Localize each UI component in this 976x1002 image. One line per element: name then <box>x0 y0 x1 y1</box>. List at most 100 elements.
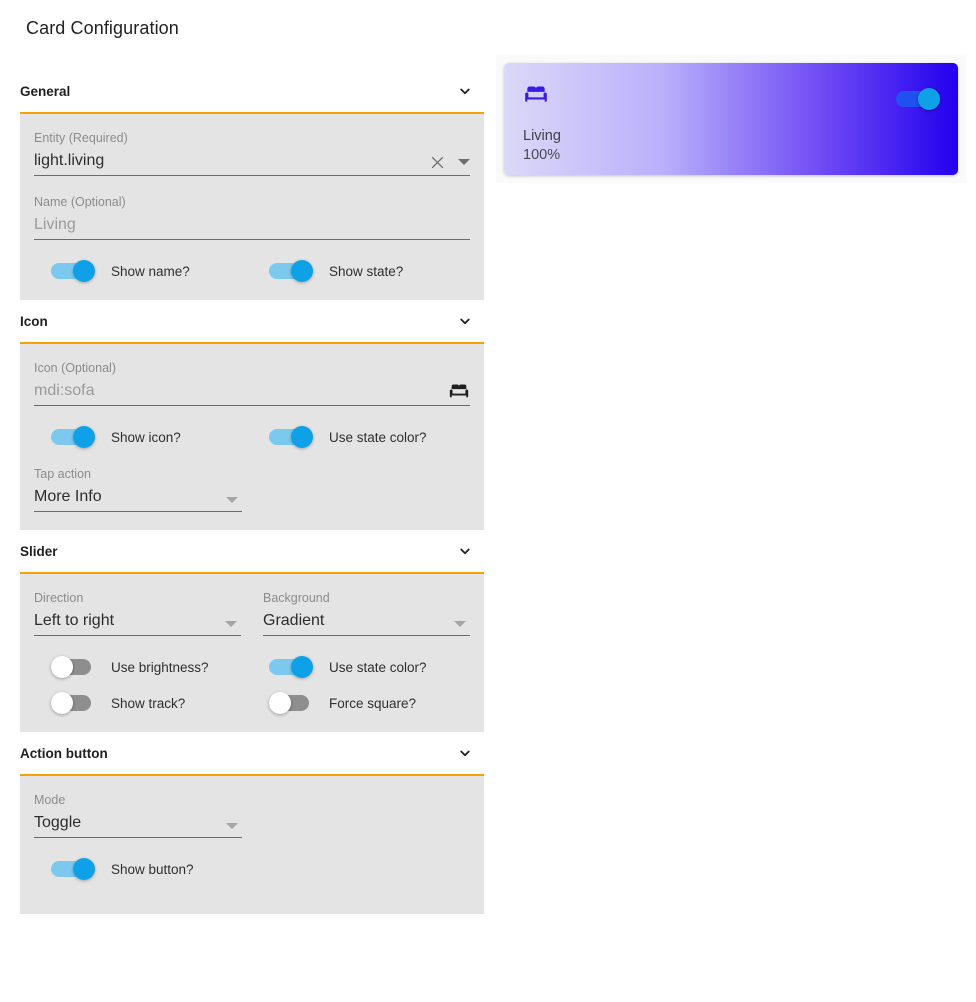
toggle-show-track-label: Show track? <box>111 695 186 711</box>
toggle-knob <box>291 260 313 282</box>
icon-field[interactable]: Icon (Optional) mdi:sofa <box>34 360 470 406</box>
direction-label: Direction <box>34 591 84 605</box>
toggle-show-track[interactable]: Show track? <box>34 692 252 714</box>
card-configuration-page: Card Configuration General Entity (Requi… <box>0 0 976 1002</box>
section-title-general: General <box>20 83 71 99</box>
toggle-show-icon[interactable]: Show icon? <box>34 426 252 448</box>
toggle-slider-use-state-color-switch[interactable] <box>269 656 313 678</box>
direction-select[interactable]: Direction Left to right <box>34 590 241 636</box>
toggle-show-icon-label: Show icon? <box>111 429 181 445</box>
toggle-show-state-label: Show state? <box>329 263 404 279</box>
toggle-show-name-switch[interactable] <box>51 260 95 282</box>
background-select[interactable]: Background Gradient <box>263 590 470 636</box>
mode-select[interactable]: Mode Toggle <box>34 792 242 838</box>
section-header-action-button[interactable]: Action button <box>20 732 484 774</box>
slider-select-row: Direction Left to right Background Gradi… <box>34 590 470 636</box>
tap-action-label: Tap action <box>34 467 91 481</box>
section-slider: Slider Direction Left to right Backgroun… <box>20 530 484 732</box>
card-preview-container: Living 100% <box>496 55 966 183</box>
close-icon[interactable] <box>428 153 446 171</box>
section-action-button: Action button Mode Toggle Show button? <box>20 732 484 914</box>
toggle-show-state-switch[interactable] <box>269 260 313 282</box>
slider-toggle-row-1: Use brightness? Use state color? <box>34 656 470 678</box>
light-slider-card-preview[interactable]: Living 100% <box>504 63 958 175</box>
entity-field-value[interactable]: light.living <box>34 149 470 173</box>
toggle-icon-use-state-color[interactable]: Use state color? <box>252 426 470 448</box>
preview-toggle-switch[interactable] <box>896 88 940 110</box>
section-title-slider: Slider <box>20 543 58 559</box>
section-header-general[interactable]: General <box>20 70 484 112</box>
action-button-toggle-row: Show button? <box>34 858 470 880</box>
caret-down-icon[interactable] <box>458 159 470 165</box>
icon-field-label: Icon (Optional) <box>34 361 116 375</box>
section-header-slider[interactable]: Slider <box>20 530 484 572</box>
toggle-knob <box>51 656 73 678</box>
toggle-show-button-switch[interactable] <box>51 858 95 880</box>
name-field[interactable]: Name (Optional) Living <box>34 194 470 240</box>
caret-down-icon[interactable] <box>226 823 238 829</box>
chevron-down-icon[interactable] <box>454 742 476 764</box>
slider-toggle-row-2: Show track? Force square? <box>34 692 470 714</box>
entity-field[interactable]: Entity (Required) light.living <box>34 130 470 176</box>
toggle-show-track-switch[interactable] <box>51 692 95 714</box>
background-value[interactable]: Gradient <box>263 609 470 633</box>
section-header-icon[interactable]: Icon <box>20 300 484 342</box>
preview-entity-name: Living <box>523 128 561 144</box>
toggle-use-brightness-switch[interactable] <box>51 656 95 678</box>
section-title-action-button: Action button <box>20 745 108 761</box>
toggle-icon-use-state-color-switch[interactable] <box>269 426 313 448</box>
chevron-down-icon[interactable] <box>454 310 476 332</box>
panel-slider: Direction Left to right Background Gradi… <box>20 572 484 732</box>
chevron-down-icon[interactable] <box>454 540 476 562</box>
general-toggle-row: Show name? Show state? <box>34 260 470 282</box>
entity-field-label: Entity (Required) <box>34 131 128 145</box>
section-general: General Entity (Required) light.living N… <box>20 70 484 300</box>
panel-general: Entity (Required) light.living Name (Opt… <box>20 112 484 300</box>
chevron-down-icon[interactable] <box>454 80 476 102</box>
caret-down-icon[interactable] <box>226 497 238 503</box>
toggle-use-brightness-label: Use brightness? <box>111 659 209 675</box>
direction-value[interactable]: Left to right <box>34 609 241 633</box>
toggle-knob <box>918 88 940 110</box>
name-field-label: Name (Optional) <box>34 195 126 209</box>
toggle-icon-use-state-color-label: Use state color? <box>329 429 427 445</box>
toggle-knob <box>291 656 313 678</box>
toggle-knob <box>73 426 95 448</box>
toggle-slider-use-state-color-label: Use state color? <box>329 659 427 675</box>
toggle-knob <box>291 426 313 448</box>
icon-toggle-row: Show icon? Use state color? <box>34 426 470 448</box>
direction-actions <box>225 621 237 627</box>
toggle-force-square-switch[interactable] <box>269 692 313 714</box>
toggle-show-button-label: Show button? <box>111 861 194 877</box>
sofa-icon <box>448 379 470 401</box>
page-title: Card Configuration <box>26 18 179 38</box>
toggle-show-name[interactable]: Show name? <box>34 260 252 282</box>
tap-action-select[interactable]: Tap action More Info <box>34 466 242 512</box>
panel-action-button: Mode Toggle Show button? <box>20 774 484 914</box>
section-icon: Icon Icon (Optional) mdi:sofa Show icon?… <box>20 300 484 530</box>
toggle-slider-use-state-color[interactable]: Use state color? <box>252 656 470 678</box>
caret-down-icon[interactable] <box>454 621 466 627</box>
toggle-knob <box>269 692 291 714</box>
toggle-show-icon-switch[interactable] <box>51 426 95 448</box>
toggle-knob <box>51 692 73 714</box>
icon-field-value[interactable]: mdi:sofa <box>34 379 470 403</box>
toggle-show-state[interactable]: Show state? <box>252 260 470 282</box>
toggle-show-button[interactable]: Show button? <box>34 858 266 880</box>
icon-field-actions <box>448 379 470 401</box>
background-label: Background <box>263 591 330 605</box>
mode-value[interactable]: Toggle <box>34 811 242 835</box>
background-actions <box>454 621 466 627</box>
toggle-force-square[interactable]: Force square? <box>252 692 470 714</box>
caret-down-icon[interactable] <box>225 621 237 627</box>
toggle-force-square-label: Force square? <box>329 695 417 711</box>
toggle-show-name-label: Show name? <box>111 263 190 279</box>
toggle-knob <box>73 260 95 282</box>
section-title-icon: Icon <box>20 313 48 329</box>
toggle-use-brightness[interactable]: Use brightness? <box>34 656 252 678</box>
tap-action-value[interactable]: More Info <box>34 485 242 509</box>
panel-icon: Icon (Optional) mdi:sofa Show icon? Use … <box>20 342 484 530</box>
preview-entity-state: 100% <box>523 147 561 163</box>
name-field-value[interactable]: Living <box>34 213 470 237</box>
mode-actions <box>226 823 238 829</box>
